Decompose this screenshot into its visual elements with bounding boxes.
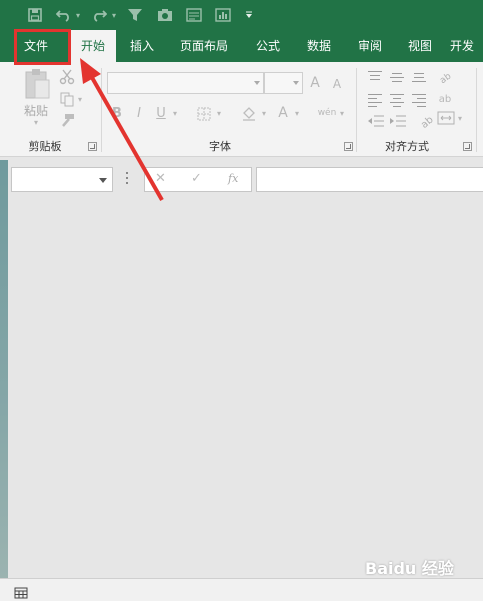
pointer-arrow [80,58,164,201]
watermark: Baidu 经验 [365,559,454,578]
